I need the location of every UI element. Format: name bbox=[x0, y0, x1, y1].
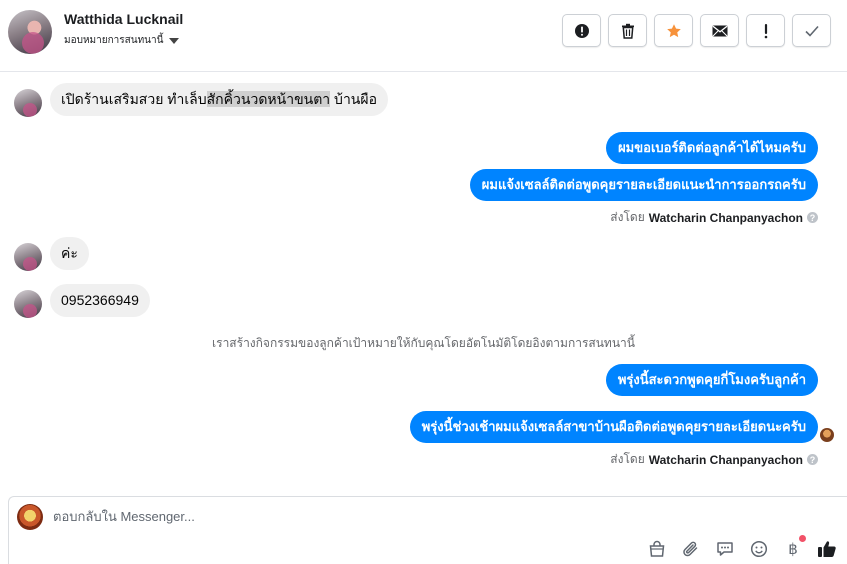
sender-name[interactable]: Watcharin Chanpanyachon bbox=[649, 453, 803, 467]
page-avatar bbox=[17, 504, 43, 530]
contact-name[interactable]: Watthida Lucknail bbox=[64, 11, 183, 27]
composer-actions: ฿ bbox=[647, 535, 837, 559]
conversation-toolbar bbox=[562, 14, 831, 47]
shop-icon[interactable] bbox=[647, 539, 667, 559]
mark-unread-button[interactable] bbox=[700, 14, 739, 47]
system-message: เราสร้างกิจกรรมของลูกค้าเป้าหมายให้กับคุ… bbox=[212, 336, 635, 350]
star-icon bbox=[666, 23, 681, 37]
exclamation-icon bbox=[764, 23, 767, 38]
contact-avatar-small bbox=[14, 290, 42, 318]
highlighted-text: สักคิ้วนวดหน้าขนตา bbox=[206, 91, 331, 107]
star-button[interactable] bbox=[654, 14, 693, 47]
incoming-message[interactable]: ค่ะ bbox=[50, 237, 89, 270]
mark-done-button[interactable] bbox=[792, 14, 831, 47]
assign-conversation-dropdown[interactable]: มอบหมายการสนทนานี้ bbox=[64, 33, 180, 48]
reply-input[interactable] bbox=[53, 509, 653, 524]
delete-button[interactable] bbox=[608, 14, 647, 47]
envelope-icon bbox=[712, 25, 727, 36]
message-text: เปิดร้านเสริมสวย ทำเล็บ bbox=[61, 91, 207, 107]
incoming-message[interactable]: 0952366949 bbox=[50, 284, 150, 317]
saved-reply-icon[interactable] bbox=[715, 539, 735, 559]
emoji-icon[interactable] bbox=[749, 539, 769, 559]
seen-avatar-icon bbox=[820, 428, 834, 442]
outgoing-message[interactable]: ผมขอเบอร์ติดต่อลูกค้าได้ไหมครับ bbox=[606, 132, 818, 164]
sent-by-label: ส่งโดย Watcharin Chanpanyachon ? bbox=[610, 450, 818, 469]
mark-spam-button[interactable] bbox=[562, 14, 601, 47]
sent-by-label: ส่งโดย Watcharin Chanpanyachon ? bbox=[610, 208, 818, 227]
attachment-icon[interactable] bbox=[681, 539, 701, 559]
help-icon[interactable]: ? bbox=[807, 212, 818, 223]
outgoing-message[interactable]: ผมแจ้งเซลล์ติดต่อพูดคุยรายละเอียดแนะนำกา… bbox=[469, 169, 818, 201]
payment-icon[interactable]: ฿ bbox=[783, 535, 806, 559]
incoming-message[interactable]: เปิดร้านเสริมสวย ทำเล็บสักคิ้วนวดหน้าขนต… bbox=[50, 83, 388, 116]
exclamation-circle-icon bbox=[574, 23, 589, 38]
outgoing-message[interactable]: พรุ่งนี้ช่วงเช้าผมแจ้งเซลล์สาขาบ้านผือติ… bbox=[409, 411, 818, 443]
follow-up-button[interactable] bbox=[746, 14, 785, 47]
message-composer: ฿ bbox=[8, 496, 847, 564]
outgoing-message[interactable]: พรุ่งนี้สะดวกพูดคุยกี่โมงครับลูกค้า bbox=[605, 364, 818, 396]
caret-down-icon bbox=[169, 37, 180, 44]
assign-conversation-label: มอบหมายการสนทนานี้ bbox=[64, 35, 164, 46]
help-icon[interactable]: ? bbox=[807, 454, 818, 465]
trash-icon bbox=[621, 23, 634, 39]
sender-name[interactable]: Watcharin Chanpanyachon bbox=[649, 211, 803, 225]
contact-avatar-small bbox=[14, 243, 42, 271]
notification-dot bbox=[799, 535, 806, 542]
contact-avatar[interactable] bbox=[8, 10, 52, 54]
contact-avatar-small bbox=[14, 89, 42, 117]
sent-by-prefix: ส่งโดย bbox=[610, 452, 645, 466]
conversation-header: Watthida Lucknail มอบหมายการสนทนานี้ bbox=[0, 0, 847, 72]
check-icon bbox=[804, 25, 819, 37]
like-icon[interactable] bbox=[817, 539, 837, 559]
message-thread: เปิดร้านเสริมสวย ทำเล็บสักคิ้วนวดหน้าขนต… bbox=[0, 72, 847, 496]
message-text: บ้านผือ bbox=[330, 91, 377, 107]
sent-by-prefix: ส่งโดย bbox=[610, 210, 645, 224]
